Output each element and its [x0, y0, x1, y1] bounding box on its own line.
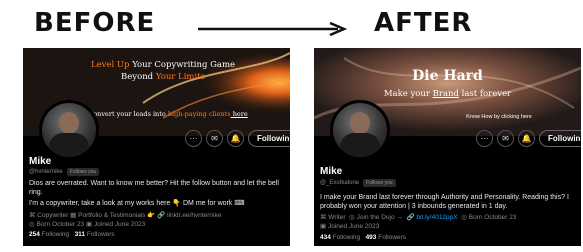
- follows-you-badge: Follows you: [363, 179, 396, 187]
- before-action-row: ⋯ ✉ 🔔 Following: [185, 130, 290, 147]
- profile-handle: @hvnternike Follows you: [29, 168, 100, 176]
- profile-bio-2: I'm a copywriter, take a look at my work…: [29, 200, 245, 207]
- follow-counts: 254 Following 311 Followers: [29, 231, 115, 238]
- before-banner-line1: Level Up Your Copywriting Game: [90, 60, 236, 70]
- after-banner-title: Die Hard: [412, 68, 483, 84]
- after-heading: AFTER: [374, 8, 473, 38]
- profile-link[interactable]: 🔗 bit.ly/4012ppX: [407, 214, 458, 221]
- profile-handle: @_ExoIkalone Follows you: [320, 179, 396, 187]
- notification-icon[interactable]: 🔔: [227, 130, 244, 147]
- profile-meta-row1: ⌘ Copywriter ▦ Portfolio & Testimonials …: [29, 212, 222, 219]
- right-arrow-icon: [198, 22, 348, 36]
- follow-counts: 434 Following 493 Followers: [320, 234, 407, 241]
- after-avatar[interactable]: [330, 100, 390, 160]
- before-avatar[interactable]: [39, 100, 99, 160]
- profile-name: Mike: [29, 156, 52, 167]
- after-profile-panel: Die Hard Make your Brand last forever Kn…: [314, 48, 581, 246]
- notification-icon[interactable]: 🔔: [518, 130, 535, 147]
- following-count[interactable]: 254: [29, 231, 40, 238]
- profile-meta-row1: ⌘ Writer ◎ Join the Dojo → 🔗 bit.ly/4012…: [320, 214, 517, 221]
- profile-meta-row2: ◎ Born October 23 ▣ Joined June 2023: [29, 221, 146, 228]
- before-banner-line2: Beyond Your Limits: [121, 72, 205, 82]
- after-banner-subtitle: Make your Brand last forever: [383, 89, 512, 99]
- profile-bio: Dios are overrated. Want to know me bett…: [29, 180, 279, 196]
- after-action-row: ⋯ ✉ 🔔 Following: [476, 130, 581, 147]
- before-heading: BEFORE: [34, 8, 156, 38]
- profile-name: Mike: [320, 166, 343, 177]
- profile-bio: I make your Brand last forever through A…: [320, 194, 569, 210]
- followers-count[interactable]: 311: [75, 231, 86, 238]
- profile-meta-row2: ▣ Joined June 2023: [320, 223, 380, 230]
- follows-you-badge: Follows you: [66, 168, 100, 176]
- message-icon[interactable]: ✉: [206, 130, 223, 147]
- more-icon[interactable]: ⋯: [476, 130, 493, 147]
- followers-count[interactable]: 493: [366, 234, 377, 241]
- more-icon[interactable]: ⋯: [185, 130, 202, 147]
- after-banner-cta[interactable]: Know How by clicking here: [424, 114, 574, 120]
- before-profile-panel: Level Up Your Copywriting Game Beyond Yo…: [23, 48, 290, 246]
- message-icon[interactable]: ✉: [497, 130, 514, 147]
- following-button[interactable]: Following: [539, 130, 581, 147]
- following-count[interactable]: 434: [320, 234, 331, 241]
- following-button[interactable]: Following: [248, 130, 290, 147]
